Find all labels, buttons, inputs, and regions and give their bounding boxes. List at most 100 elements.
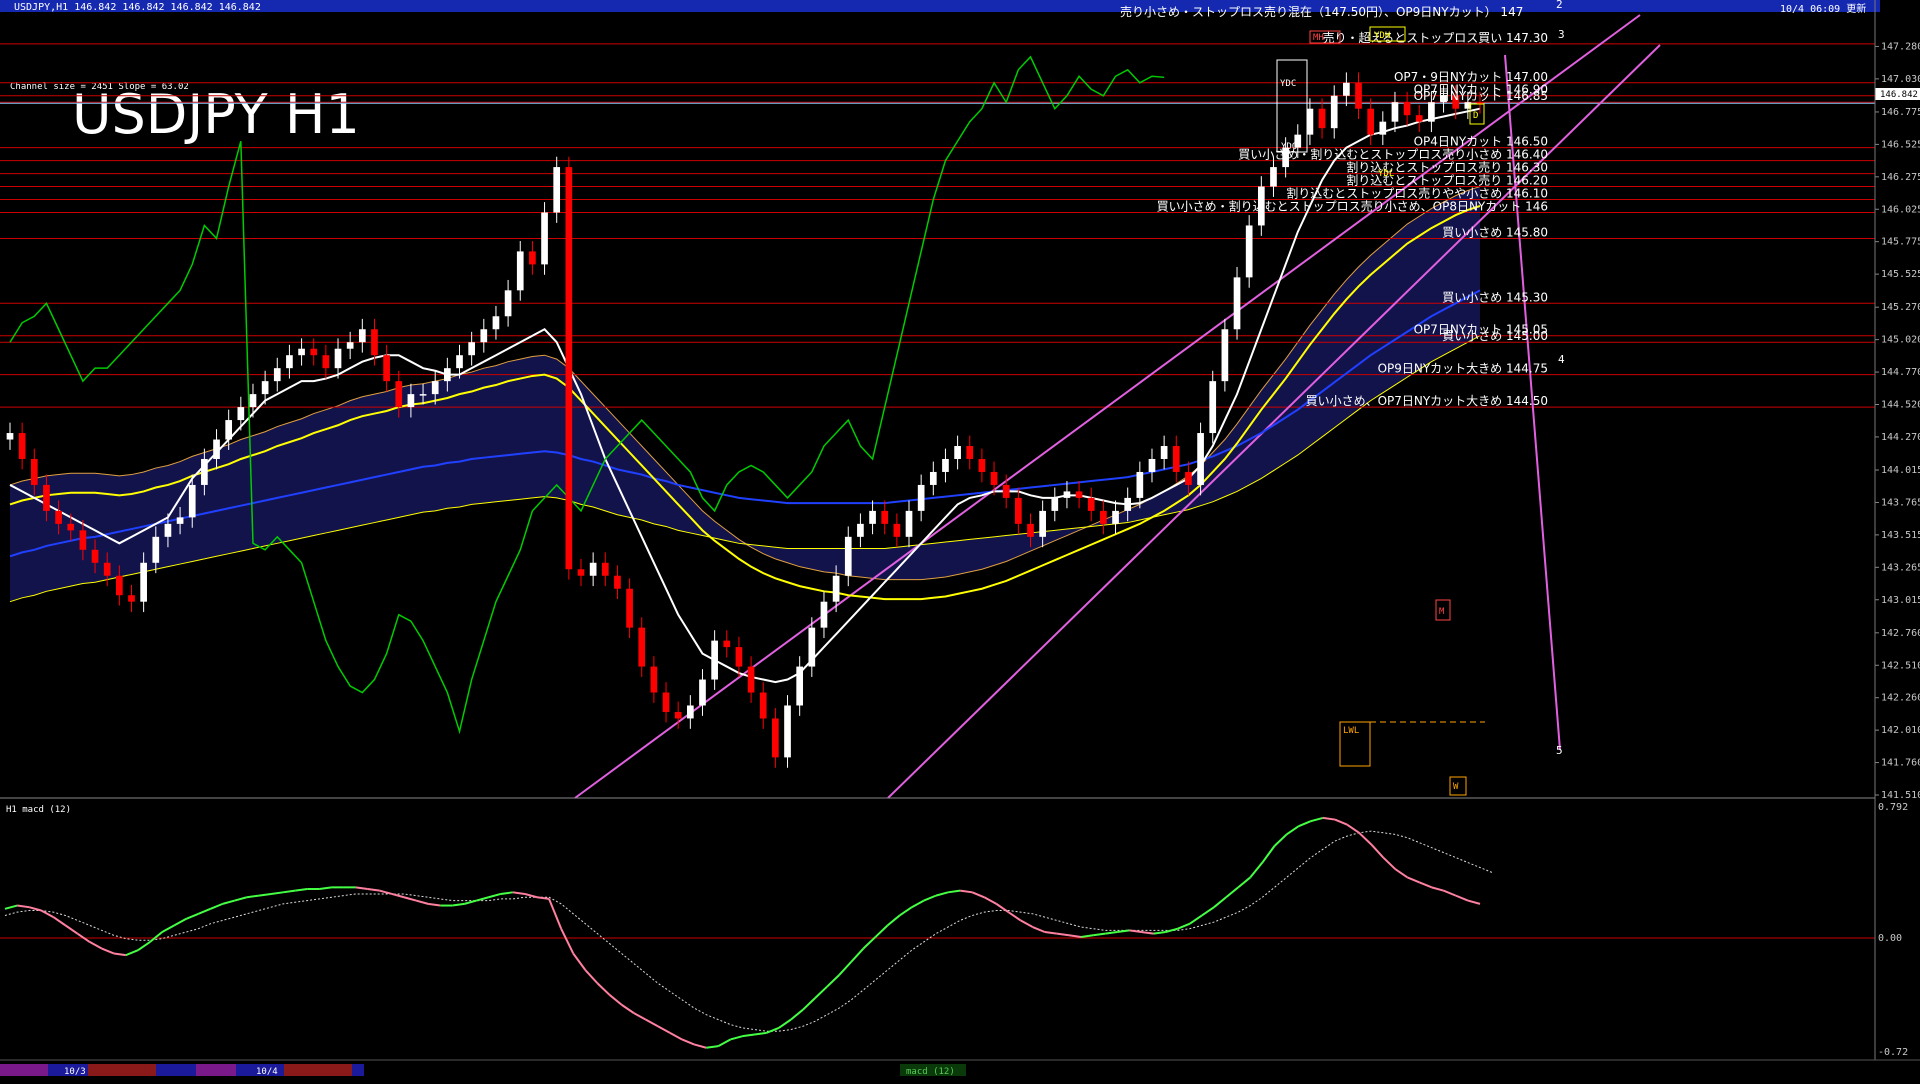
candle-body[interactable] xyxy=(881,510,889,524)
candle-body[interactable] xyxy=(1379,121,1387,135)
candle-body[interactable] xyxy=(1075,491,1083,498)
candle-body[interactable] xyxy=(1428,102,1435,122)
candle-body[interactable] xyxy=(444,368,451,382)
candle-body[interactable] xyxy=(1015,497,1022,524)
candle-body[interactable] xyxy=(626,588,633,628)
candle-body[interactable] xyxy=(431,381,439,395)
candle-body[interactable] xyxy=(516,251,524,291)
candle-body[interactable] xyxy=(213,439,220,459)
candle-body[interactable] xyxy=(225,420,233,440)
candle-body[interactable] xyxy=(1209,381,1217,434)
candle-body[interactable] xyxy=(808,627,816,667)
candle-body[interactable] xyxy=(286,355,293,369)
candle-body[interactable] xyxy=(201,458,208,485)
candle-body[interactable] xyxy=(784,705,791,758)
candle-body[interactable] xyxy=(1391,102,1399,122)
candle-body[interactable] xyxy=(1160,446,1168,459)
candle-body[interactable] xyxy=(686,705,694,719)
candle-body[interactable] xyxy=(954,446,961,459)
candle-body[interactable] xyxy=(711,640,718,680)
candle-body[interactable] xyxy=(1403,102,1411,116)
candle-body[interactable] xyxy=(371,329,378,356)
candle-body[interactable] xyxy=(6,433,14,440)
candle-body[interactable] xyxy=(699,679,706,706)
candle-body[interactable] xyxy=(164,523,172,537)
candle-body[interactable] xyxy=(1185,471,1192,485)
candle-body[interactable] xyxy=(1063,491,1071,498)
candle-body[interactable] xyxy=(395,381,403,408)
candle-body[interactable] xyxy=(978,458,986,472)
candle-body[interactable] xyxy=(1051,497,1059,511)
candle-body[interactable] xyxy=(1002,484,1010,498)
candle-body[interactable] xyxy=(115,575,123,596)
candle-body[interactable] xyxy=(1221,329,1229,382)
candle-body[interactable] xyxy=(273,368,281,382)
candle-body[interactable] xyxy=(322,355,330,369)
candle-body[interactable] xyxy=(638,627,646,667)
candle-body[interactable] xyxy=(1112,510,1119,524)
candle-body[interactable] xyxy=(529,251,536,265)
candle-body[interactable] xyxy=(1100,510,1107,524)
candle-body[interactable] xyxy=(1318,108,1326,129)
candle-body[interactable] xyxy=(942,458,949,472)
candle-body[interactable] xyxy=(176,517,184,524)
candle-body[interactable] xyxy=(1148,458,1156,472)
candle-body[interactable] xyxy=(468,342,475,356)
candle-body[interactable] xyxy=(796,666,804,706)
candle-body[interactable] xyxy=(614,575,621,589)
candle-body[interactable] xyxy=(1245,225,1253,278)
candle-body[interactable] xyxy=(383,355,390,382)
candle-body[interactable] xyxy=(857,523,864,537)
candle-body[interactable] xyxy=(43,484,50,511)
candle-body[interactable] xyxy=(407,394,415,408)
candle-body[interactable] xyxy=(601,562,609,576)
candle-body[interactable] xyxy=(759,692,767,719)
candle-body[interactable] xyxy=(1087,497,1095,511)
candle-body[interactable] xyxy=(55,510,62,524)
candle-body[interactable] xyxy=(237,407,245,421)
candle-body[interactable] xyxy=(358,329,366,343)
candle-body[interactable] xyxy=(1415,115,1423,122)
candle-body[interactable] xyxy=(1172,446,1180,472)
candle-body[interactable] xyxy=(917,484,925,511)
candle-body[interactable] xyxy=(820,601,828,628)
candle-body[interactable] xyxy=(152,536,160,563)
candle-body[interactable] xyxy=(905,510,913,537)
candle-body[interactable] xyxy=(91,549,99,563)
candle-body[interactable] xyxy=(334,348,342,369)
candle-body[interactable] xyxy=(589,562,597,576)
candle-body[interactable] xyxy=(844,536,852,576)
candle-body[interactable] xyxy=(480,329,488,343)
candle-body[interactable] xyxy=(1197,433,1204,485)
candle-body[interactable] xyxy=(79,530,87,550)
candle-body[interactable] xyxy=(553,167,561,213)
candle-body[interactable] xyxy=(893,523,901,537)
candle-body[interactable] xyxy=(735,647,743,667)
candle-body[interactable] xyxy=(504,290,512,317)
candle-body[interactable] xyxy=(30,458,38,485)
candle-body[interactable] xyxy=(966,446,974,459)
candle-body[interactable] xyxy=(419,394,427,396)
candle-body[interactable] xyxy=(456,355,463,369)
candle-body[interactable] xyxy=(1343,82,1350,96)
candle-body[interactable] xyxy=(723,640,731,648)
candle-body[interactable] xyxy=(747,666,755,693)
candle-body[interactable] xyxy=(1367,108,1375,135)
candle-body[interactable] xyxy=(310,348,318,356)
candle-body[interactable] xyxy=(1270,167,1277,187)
candle-body[interactable] xyxy=(18,433,26,459)
candle-body[interactable] xyxy=(249,394,257,408)
candle-body[interactable] xyxy=(1124,497,1132,511)
candle-body[interactable] xyxy=(1355,82,1362,109)
candle-body[interactable] xyxy=(832,575,840,602)
candle-body[interactable] xyxy=(188,484,196,518)
candle-body[interactable] xyxy=(140,562,147,602)
chart-svg[interactable]: USDJPY,H1 146.842 146.842 146.842 146.84… xyxy=(0,0,1920,1080)
candle-body[interactable] xyxy=(1233,277,1241,330)
candle-body[interactable] xyxy=(1039,510,1046,537)
candle-body[interactable] xyxy=(346,342,354,349)
candle-body[interactable] xyxy=(1136,471,1144,498)
candle-body[interactable] xyxy=(1027,523,1034,537)
candle-body[interactable] xyxy=(772,718,779,758)
candle-body[interactable] xyxy=(869,510,876,524)
